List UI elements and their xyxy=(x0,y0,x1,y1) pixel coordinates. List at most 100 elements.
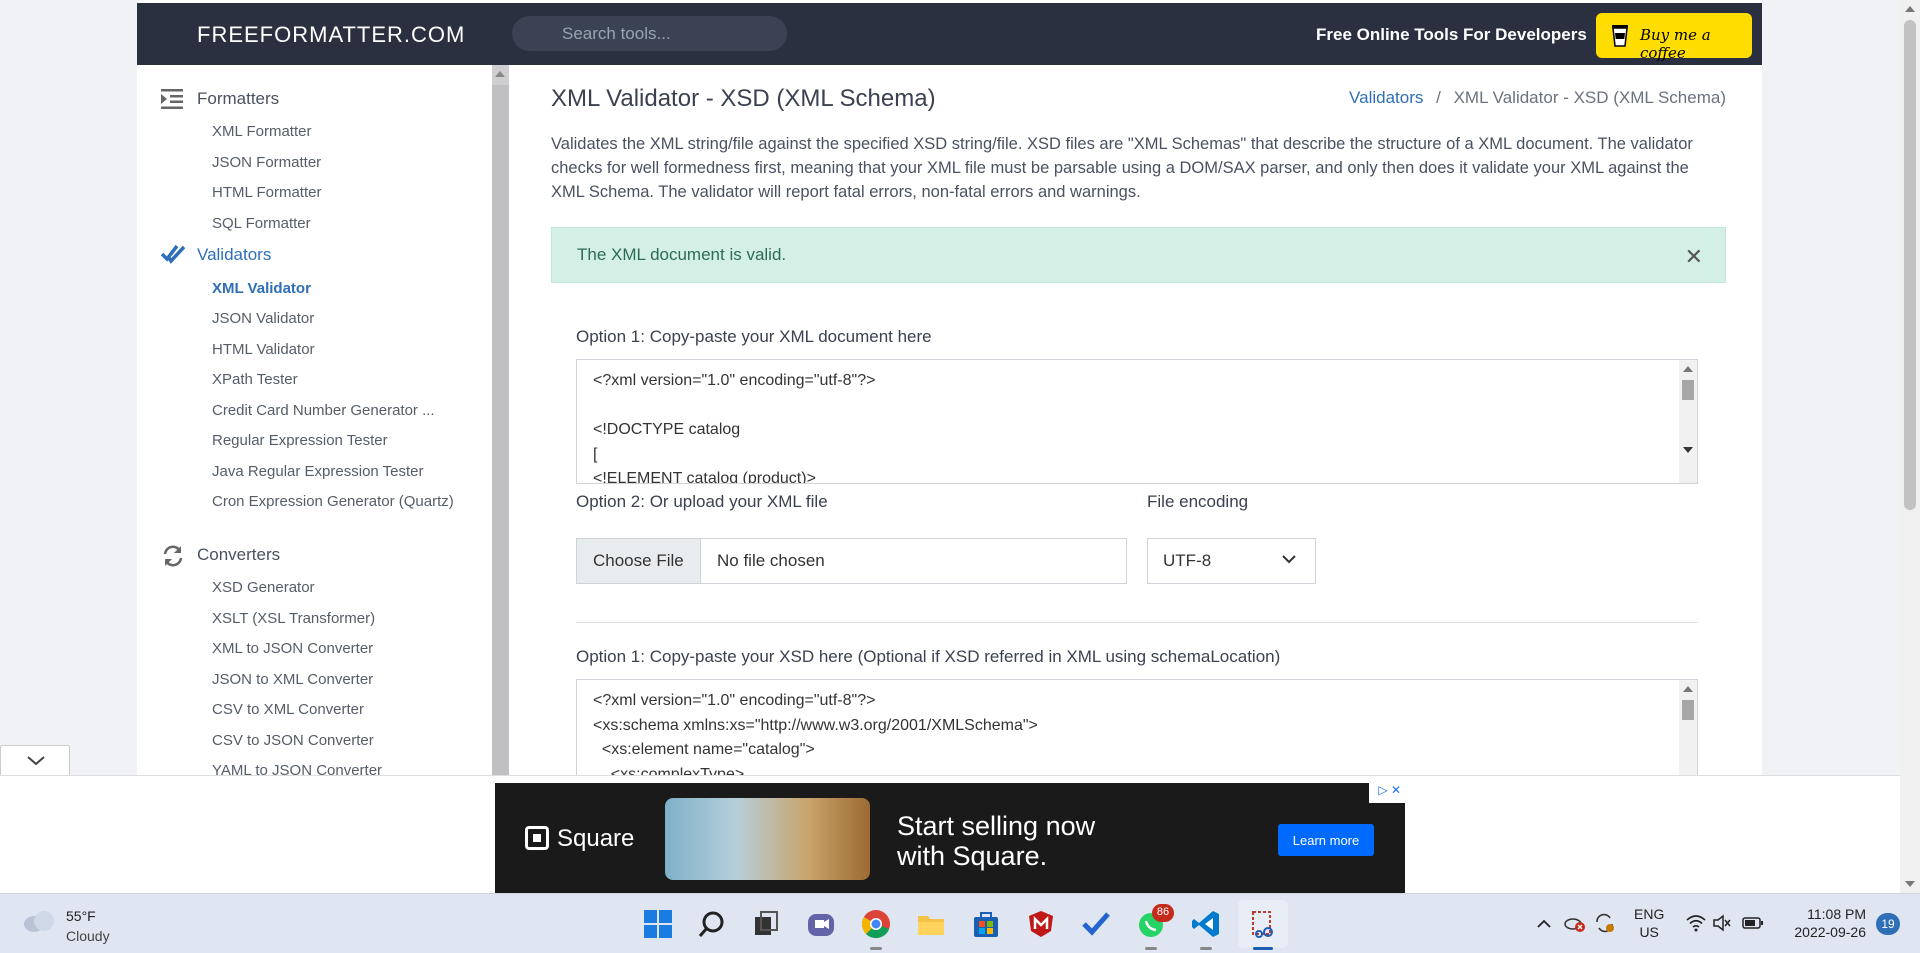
sidebar-section-formatters[interactable]: Formatters xyxy=(197,89,279,109)
sidebar-item-csv-to-xml[interactable]: CSV to XML Converter xyxy=(212,699,364,721)
taskbar-running-indicator xyxy=(1145,947,1157,950)
learn-more-button[interactable]: Learn more xyxy=(1278,824,1374,856)
clock-date: 2022-09-26 xyxy=(1794,924,1866,940)
sidebar-item-regex-tester[interactable]: Regular Expression Tester xyxy=(212,430,388,452)
encoding-label: File encoding xyxy=(1147,492,1249,511)
chevron-down-icon xyxy=(27,756,45,766)
textarea-scrollbar[interactable] xyxy=(1679,360,1697,483)
weather-widget[interactable]: 55°F Cloudy xyxy=(22,908,110,944)
scroll-up-arrow-icon[interactable] xyxy=(495,71,505,77)
weather-temp: 55°F xyxy=(66,908,96,924)
xml-line: <!ELEMENT catalog (product)> xyxy=(593,470,816,484)
cloud-icon xyxy=(24,911,54,932)
encoding-select[interactable]: UTF-8 xyxy=(1147,538,1316,584)
sidebar-item-json-formatter[interactable]: JSON Formatter xyxy=(212,152,321,174)
taskbar-running-indicator xyxy=(1200,947,1212,950)
file-explorer-icon[interactable] xyxy=(916,909,946,939)
section-divider xyxy=(576,622,1698,623)
ad-close-icon[interactable]: ▷ ✕ xyxy=(1369,783,1405,803)
scroll-up-arrow-icon[interactable] xyxy=(1905,6,1915,12)
sidebar-item-json-to-xml[interactable]: JSON to XML Converter xyxy=(212,669,373,691)
file-upload-input[interactable]: Choose File No file chosen xyxy=(576,538,1127,584)
sidebar-item-html-formatter[interactable]: HTML Formatter xyxy=(212,182,321,204)
choose-file-button[interactable]: Choose File xyxy=(577,539,701,583)
mcafee-icon[interactable] xyxy=(1026,909,1056,939)
sidebar-item-xml-to-json[interactable]: XML to JSON Converter xyxy=(212,638,373,660)
battery-icon[interactable] xyxy=(1742,915,1764,931)
todo-icon[interactable] xyxy=(1081,909,1111,939)
sidebar-section-converters[interactable]: Converters xyxy=(197,545,280,565)
sidebar-item-xpath-tester[interactable]: XPath Tester xyxy=(212,369,298,391)
sidebar-item-csv-to-json[interactable]: CSV to JSON Converter xyxy=(212,730,374,752)
checkmark-icon xyxy=(161,244,185,264)
sidebar-scrollbar[interactable] xyxy=(492,65,509,775)
search-placeholder: Search tools... xyxy=(562,24,671,43)
success-alert: The XML document is valid. ✕ xyxy=(551,227,1726,283)
sidebar-section-validators[interactable]: Validators xyxy=(197,245,271,265)
sidebar-item-xsd-generator[interactable]: XSD Generator xyxy=(212,577,315,599)
wifi-icon[interactable] xyxy=(1686,914,1706,932)
chrome-icon[interactable] xyxy=(861,909,891,939)
window-scrollbar[interactable] xyxy=(1900,0,1920,893)
xml-line: <!DOCTYPE catalog xyxy=(593,421,741,438)
speaker-muted-icon[interactable] xyxy=(1712,914,1732,932)
language-indicator[interactable]: ENG US xyxy=(1634,905,1664,941)
task-view-icon[interactable] xyxy=(751,909,781,939)
ad-headline: Start selling now with Square. xyxy=(897,811,1096,871)
close-icon[interactable]: ✕ xyxy=(1685,244,1703,270)
sidebar-item-yaml-to-json[interactable]: YAML to JSON Converter xyxy=(212,760,382,775)
chevron-down-icon xyxy=(1282,555,1296,564)
chevron-up-icon[interactable] xyxy=(1536,916,1552,932)
search-input[interactable]: Search tools... xyxy=(512,16,787,51)
breadcrumb-current: XML Validator - XSD (XML Schema) xyxy=(1453,88,1726,107)
site-header: FREEFORMATTER.COM Search tools... Free O… xyxy=(137,3,1762,65)
xml-textarea[interactable]: <?xml version="1.0" encoding="utf-8"?> <… xyxy=(576,359,1698,484)
xml-line: <?xml version="1.0" encoding="utf-8"?> xyxy=(593,372,876,389)
buy-coffee-button[interactable]: Buy me a coffee xyxy=(1596,13,1752,62)
sidebar-item-json-validator[interactable]: JSON Validator xyxy=(212,308,314,330)
onedrive-error-icon[interactable] xyxy=(1564,913,1586,933)
whatsapp-badge: 86 xyxy=(1152,904,1174,922)
scroll-down-arrow-icon[interactable] xyxy=(1905,881,1915,887)
sidebar-item-cron-generator[interactable]: Cron Expression Generator (Quartz) xyxy=(212,491,467,513)
sidebar-item-xml-validator[interactable]: XML Validator xyxy=(212,278,311,300)
breadcrumb-link-validators[interactable]: Validators xyxy=(1349,88,1423,107)
sidebar-nav: Formatters XML Formatter JSON Formatter … xyxy=(137,65,492,775)
sidebar-item-xml-formatter[interactable]: XML Formatter xyxy=(212,121,311,143)
ad-brand: Square xyxy=(525,825,634,853)
teams-icon[interactable] xyxy=(806,909,836,939)
page-description: Validates the XML string/file against th… xyxy=(551,135,1693,201)
clock-time: 11:08 PM xyxy=(1807,906,1866,922)
sidebar-scrollbar-thumb[interactable] xyxy=(492,85,509,775)
windows-start-icon[interactable] xyxy=(643,909,673,939)
square-advertisement[interactable]: Square Start selling now with Square. Le… xyxy=(495,783,1405,893)
collapse-ad-button[interactable] xyxy=(0,745,70,775)
header-tagline: Free Online Tools For Developers xyxy=(1316,25,1587,44)
encoding-value: UTF-8 xyxy=(1163,551,1212,570)
system-clock[interactable]: 11:08 PM 2022-09-26 xyxy=(1782,905,1866,941)
vscode-icon[interactable] xyxy=(1191,909,1221,939)
sidebar-item-xslt[interactable]: XSLT (XSL Transformer) xyxy=(212,608,375,630)
sidebar-item-java-regex-tester[interactable]: Java Regular Expression Tester xyxy=(212,461,424,483)
breadcrumb-separator: / xyxy=(1436,88,1441,107)
search-icon[interactable] xyxy=(697,909,727,939)
coffee-cup-icon xyxy=(1612,25,1628,47)
upload-label: Option 2: Or upload your XML file xyxy=(576,492,828,511)
weather-condition: Cloudy xyxy=(66,928,110,944)
file-status: No file chosen xyxy=(717,551,825,570)
xml-line xyxy=(593,394,1681,419)
alert-message: The XML document is valid. xyxy=(577,245,787,264)
notification-badge[interactable]: 19 xyxy=(1876,913,1900,935)
refresh-icon xyxy=(163,545,183,567)
sidebar-item-html-validator[interactable]: HTML Validator xyxy=(212,339,315,361)
site-logo[interactable]: FREEFORMATTER.COM xyxy=(197,22,465,48)
sync-icon[interactable] xyxy=(1594,913,1616,933)
window-scrollbar-thumb[interactable] xyxy=(1904,20,1916,510)
xml-line: [ xyxy=(593,445,598,463)
site-container: FREEFORMATTER.COM Search tools... Free O… xyxy=(137,0,1762,893)
snipping-tool-icon[interactable] xyxy=(1248,909,1278,939)
sidebar-item-credit-card-generator[interactable]: Credit Card Number Generator ... xyxy=(212,400,435,422)
indent-icon xyxy=(161,89,183,109)
store-icon[interactable] xyxy=(971,909,1001,939)
sidebar-item-sql-formatter[interactable]: SQL Formatter xyxy=(212,213,311,235)
